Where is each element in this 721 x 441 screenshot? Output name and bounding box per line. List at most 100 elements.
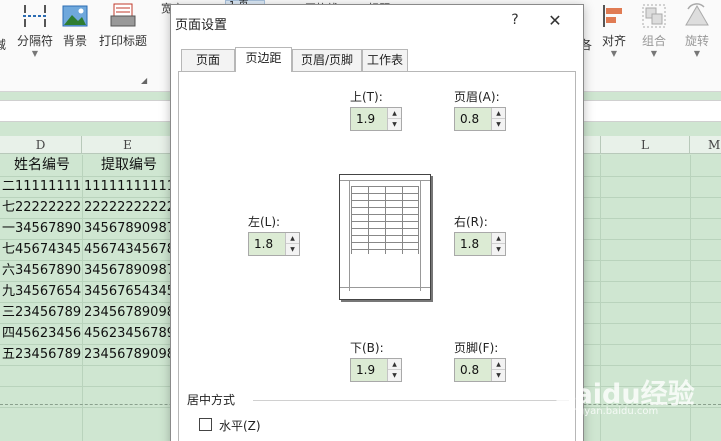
preview-table-line [418, 186, 419, 254]
table-cell[interactable]: 七45674345 [2, 239, 82, 260]
rotate-button[interactable]: 旋转 ▼ [677, 3, 717, 59]
print-titles-icon [110, 3, 136, 27]
spinner-buttons: ▲ ▼ [387, 108, 401, 130]
background-label: 背景 [62, 34, 87, 48]
footer-margin-label: 页脚(F): [454, 341, 499, 355]
chevron-down-icon: ▼ [650, 49, 658, 58]
chevron-down-icon: ▼ [693, 49, 701, 58]
page-preview [339, 174, 431, 300]
spin-down-icon[interactable]: ▼ [492, 119, 505, 130]
chevron-down-icon: ▼ [610, 49, 618, 58]
breaks-label: 分隔符 [16, 34, 53, 48]
align-icon [603, 5, 622, 27]
spinner-buttons: ▲ ▼ [387, 359, 401, 381]
header-margin-value[interactable]: 0.8 [460, 108, 479, 130]
breaks-icon [23, 5, 47, 27]
column-header-l[interactable]: L [600, 136, 690, 154]
table-cell[interactable]: 111111111111 [84, 176, 174, 197]
help-button[interactable]: ? [507, 12, 523, 30]
spin-up-icon[interactable]: ▲ [492, 233, 505, 244]
dialog-title: 页面设置 [175, 18, 228, 33]
spin-down-icon[interactable]: ▼ [286, 244, 299, 255]
left-margin-label: 左(L): [248, 215, 281, 229]
breaks-button[interactable]: 分隔符 ▼ [14, 3, 56, 59]
right-margin-value[interactable]: 1.8 [460, 233, 479, 255]
table-cell[interactable]: 234567890987 [84, 302, 174, 323]
preview-table [351, 186, 419, 254]
bottom-margin-label: 下(B): [350, 341, 384, 355]
center-horizontally-checkbox[interactable] [199, 418, 212, 431]
right-margin-label: 右(R): [454, 215, 488, 229]
left-margin-spinner[interactable]: 1.8 ▲ ▼ [248, 232, 300, 256]
print-titles-button[interactable]: 打印标题 [96, 3, 150, 49]
rotate-label: 旋转 [684, 34, 709, 48]
top-margin-spinner[interactable]: 1.9 ▲ ▼ [350, 107, 402, 131]
table-cell[interactable]: 222222222222 [84, 197, 174, 218]
align-label: 对齐 [601, 34, 626, 48]
chevron-down-icon: ▼ [31, 49, 39, 58]
spin-down-icon[interactable]: ▼ [388, 370, 401, 381]
table-cell[interactable]: 五23456789 [2, 344, 82, 365]
preview-table-line [368, 186, 369, 254]
tab-margins[interactable]: 页边距 [235, 47, 292, 72]
tab-sheet[interactable]: 工作表 [362, 49, 408, 71]
spin-down-icon[interactable]: ▼ [492, 244, 505, 255]
spin-up-icon[interactable]: ▲ [492, 359, 505, 370]
bottom-margin-value[interactable]: 1.9 [356, 359, 375, 381]
table-cell[interactable]: 四45623456 [2, 323, 82, 344]
align-button[interactable]: 对齐 ▼ [594, 3, 634, 59]
tab-page[interactable]: 页面 [181, 49, 235, 71]
table-cell[interactable]: 456743456789 [84, 239, 174, 260]
top-margin-value[interactable]: 1.9 [356, 108, 375, 130]
table-cell[interactable]: 345678909876 [84, 260, 174, 281]
spinner-buttons: ▲ ▼ [285, 233, 299, 255]
table-cell[interactable]: 456234567890 [84, 323, 174, 344]
close-button[interactable]: ✕ [545, 11, 565, 31]
group-label: 组合 [641, 34, 666, 48]
preview-table-line [351, 186, 352, 254]
center-on-page-label: 居中方式 [187, 393, 236, 407]
bottom-margin-spinner[interactable]: 1.9 ▲ ▼ [350, 358, 402, 382]
left-margin-value[interactable]: 1.8 [254, 233, 273, 255]
background-image-icon [62, 5, 88, 27]
header-cell-extract-id[interactable]: 提取编号 [84, 155, 174, 176]
table-cell[interactable]: 三23456789 [2, 302, 82, 323]
column-header-d[interactable]: D [0, 136, 82, 154]
column-header-e[interactable]: E [82, 136, 174, 154]
header-margin-spinner[interactable]: 0.8 ▲ ▼ [454, 107, 506, 131]
table-cell[interactable]: 一34567890 [2, 218, 82, 239]
table-cell[interactable]: 六34567890 [2, 260, 82, 281]
footer-margin-spinner[interactable]: 0.8 ▲ ▼ [454, 358, 506, 382]
dialog-launcher-icon[interactable]: ◢ [141, 76, 147, 85]
spinner-buttons: ▲ ▼ [491, 108, 505, 130]
right-margin-spinner[interactable]: 1.8 ▲ ▼ [454, 232, 506, 256]
print-titles-label: 打印标题 [98, 34, 147, 48]
background-button[interactable]: 背景 [58, 3, 92, 49]
spin-down-icon[interactable]: ▼ [388, 119, 401, 130]
spinner-buttons: ▲ ▼ [491, 359, 505, 381]
spin-down-icon[interactable]: ▼ [492, 370, 505, 381]
table-cell[interactable]: 二11111111 [2, 176, 82, 197]
spin-up-icon[interactable]: ▲ [492, 108, 505, 119]
preview-table-line [402, 186, 403, 254]
table-cell[interactable]: 七22222222 [2, 197, 82, 218]
tab-header-footer[interactable]: 页眉/页脚 [292, 49, 362, 71]
group-icon [642, 4, 666, 28]
table-cell[interactable]: 九34567654 [2, 281, 82, 302]
table-cell[interactable]: 345678909876 [84, 218, 174, 239]
table-cell[interactable]: 234567890987 [84, 344, 174, 365]
table-cell[interactable]: 345676543456 [84, 281, 174, 302]
preview-table-line [385, 186, 386, 254]
column-header-m[interactable]: M [690, 136, 721, 154]
header-cell-name-id[interactable]: 姓名编号 [2, 155, 82, 176]
spin-up-icon[interactable]: ▲ [286, 233, 299, 244]
spin-up-icon[interactable]: ▲ [388, 108, 401, 119]
center-horizontally-label[interactable]: 水平(Z) [219, 417, 261, 434]
margins-panel: 上(T): 1.9 ▲ ▼ 页眉(A): 0.8 ▲ ▼ 左(L): 1.8 ▲… [178, 71, 576, 441]
margins-button[interactable]: 减 [0, 36, 6, 53]
rotate-icon [685, 3, 709, 26]
spin-up-icon[interactable]: ▲ [388, 359, 401, 370]
header-margin-label: 页眉(A): [454, 90, 500, 104]
footer-margin-value[interactable]: 0.8 [460, 359, 479, 381]
group-button[interactable]: 组合 ▼ [636, 3, 672, 59]
